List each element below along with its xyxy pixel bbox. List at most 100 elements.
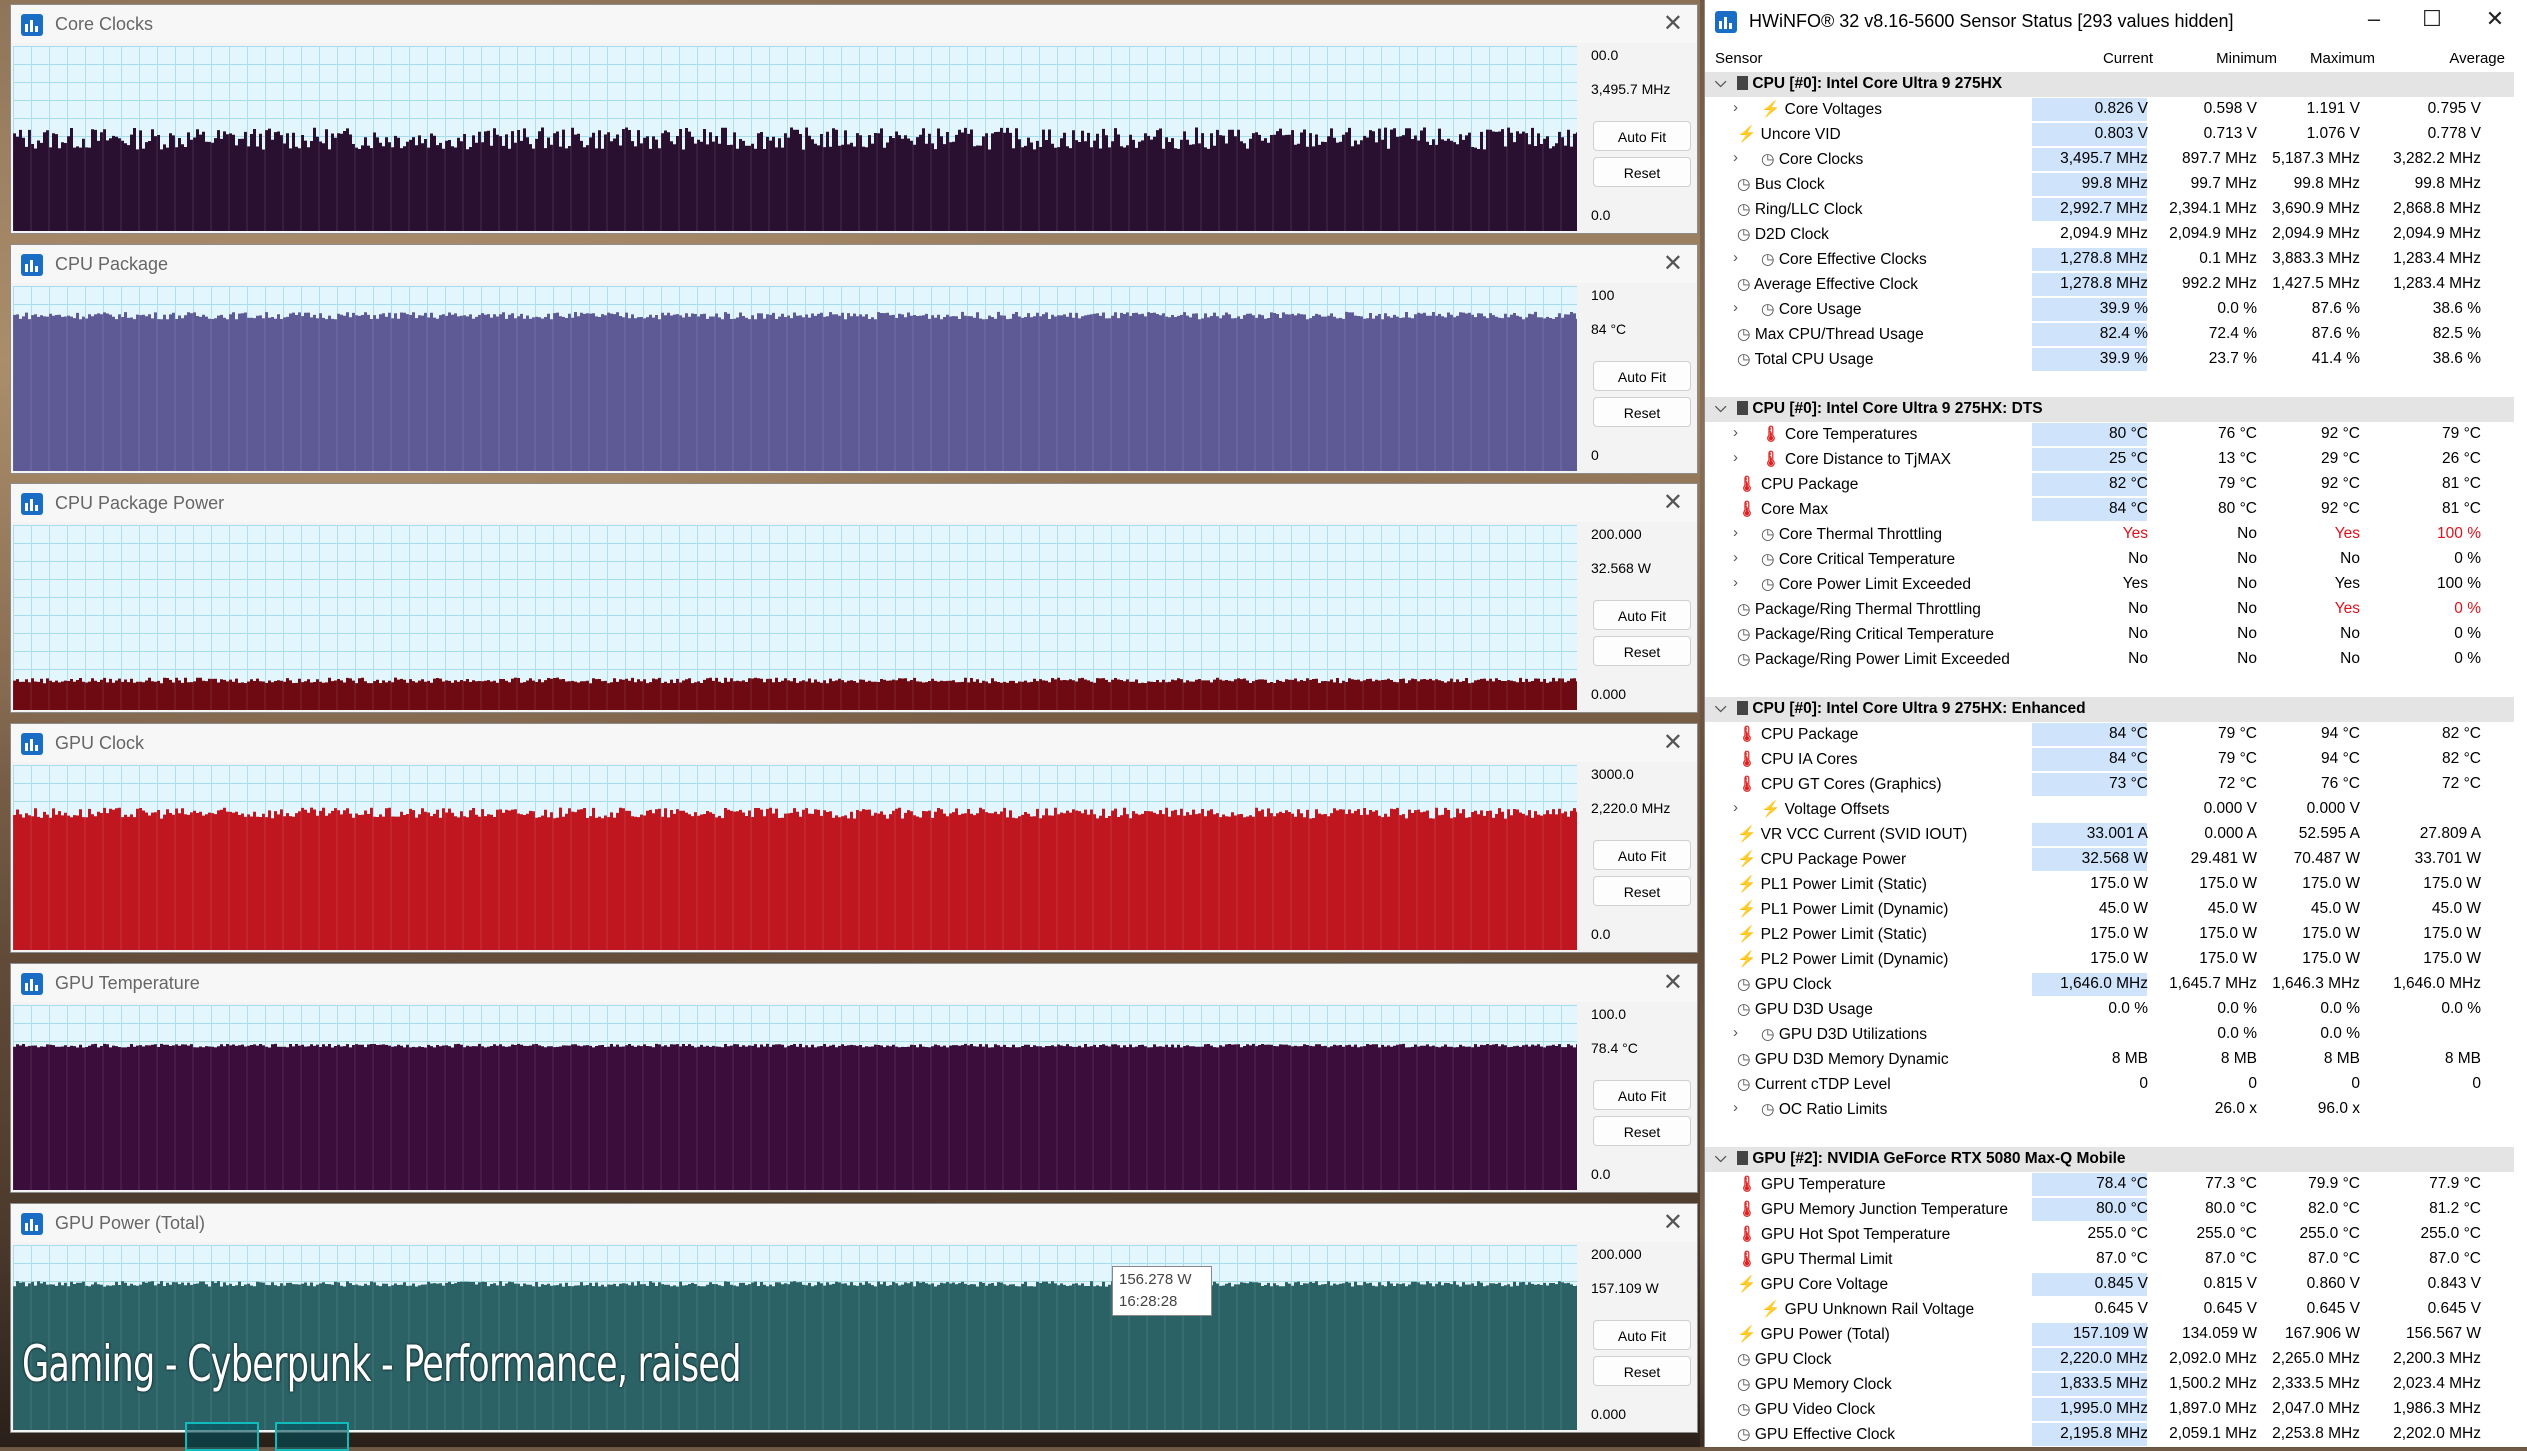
- graph-window[interactable]: CPU Package ✕ 100 84 °C Auto Fit Reset 0: [10, 244, 1698, 474]
- collapse-chevron-icon[interactable]: ⌵: [1715, 1149, 1726, 1166]
- sensor-row[interactable]: › ⚡ Voltage Offsets 0.000 V 0.000 V: [1705, 797, 2527, 822]
- auto-fit-button[interactable]: Auto Fit: [1593, 1320, 1691, 1350]
- reset-button[interactable]: Reset: [1593, 397, 1691, 427]
- sensor-row[interactable]: ◷ GPU Effective Clock 2,195.8 MHz 2,059.1 …: [1705, 1422, 2527, 1447]
- sensor-group-header[interactable]: ⌵ GPU [#2]: NVIDIA GeForce RTX 5080 Max-…: [1705, 1147, 2527, 1172]
- col-minimum[interactable]: Minimum: [2197, 50, 2277, 67]
- sensor-row[interactable]: ⚡ Uncore VID 0.803 V 0.713 V 1.076 V 0.778 V: [1705, 122, 2527, 147]
- graph-titlebar[interactable]: Core Clocks ✕: [11, 5, 1697, 43]
- sensor-row[interactable]: ◷ GPU Clock 1,646.0 MHz 1,645.7 MHz 1,646.3…: [1705, 972, 2527, 997]
- collapse-chevron-icon[interactable]: ⌵: [1715, 399, 1726, 416]
- sensor-row[interactable]: ◷ GPU D3D Memory Dynamic 8 MB 8 MB 8 MB 8 MB: [1705, 1047, 2527, 1072]
- reset-button[interactable]: Reset: [1593, 636, 1691, 666]
- sensor-row[interactable]: › ◷ Core Clocks 3,495.7 MHz 897.7 MHz 5,187.…: [1705, 147, 2527, 172]
- scrollbar[interactable]: [2514, 72, 2527, 1447]
- sensor-row[interactable]: › ◷ Core Power Limit Exceeded Yes No Yes 100 …: [1705, 572, 2527, 597]
- col-maximum[interactable]: Maximum: [2295, 50, 2375, 67]
- expand-chevron-icon[interactable]: ›: [1733, 249, 1738, 266]
- sensor-row[interactable]: 🌡 CPU IA Cores 84 °C 79 °C 94 °C 82 °C: [1705, 747, 2527, 772]
- expand-chevron-icon[interactable]: ›: [1733, 424, 1738, 441]
- sensor-row[interactable]: 🌡 CPU Package 84 °C 79 °C 94 °C 82 °C: [1705, 722, 2527, 747]
- sensor-window-titlebar[interactable]: HWiNFO® 32 v8.16-5600 Sensor Status [293…: [1705, 0, 2527, 44]
- sensor-row[interactable]: › 🌡 Core Temperatures 80 °C 76 °C 92 °C 79 °C: [1705, 422, 2527, 447]
- graph-window[interactable]: GPU Clock ✕ 3000.0 2,220.0 MHz Auto Fit …: [10, 723, 1698, 953]
- sensor-row[interactable]: ◷ GPU Memory Clock 1,833.5 MHz 1,500.2 MHz…: [1705, 1372, 2527, 1397]
- sensor-row[interactable]: ⚡ PL2 Power Limit (Dynamic) 175.0 W 175.0 …: [1705, 947, 2527, 972]
- sensor-row[interactable]: › ◷ GPU D3D Utilizations 0.0 % 0.0 %: [1705, 1022, 2527, 1047]
- graph-window[interactable]: CPU Package Power ✕ 200.000 32.568 W Aut…: [10, 483, 1698, 713]
- graph-window[interactable]: GPU Temperature ✕ 100.0 78.4 °C Auto Fit…: [10, 963, 1698, 1193]
- sensor-row[interactable]: ◷ D2D Clock 2,094.9 MHz 2,094.9 MHz 2,094.9…: [1705, 222, 2527, 247]
- sensor-row[interactable]: 🌡 GPU Temperature 78.4 °C 77.3 °C 79.9 °C 77…: [1705, 1172, 2527, 1197]
- collapse-chevron-icon[interactable]: ⌵: [1715, 74, 1726, 91]
- close-icon[interactable]: ✕: [1663, 9, 1683, 38]
- expand-chevron-icon[interactable]: ›: [1733, 449, 1738, 466]
- graph-window[interactable]: Core Clocks ✕ 00.0 3,495.7 MHz Auto Fit …: [10, 4, 1698, 234]
- close-button[interactable]: ✕: [2480, 6, 2510, 32]
- sensor-row[interactable]: ◷ Package/Ring Power Limit Exceeded No No N…: [1705, 647, 2527, 672]
- sensor-row[interactable]: ◷ Max CPU/Thread Usage 82.4 % 72.4 % 87.6 %…: [1705, 322, 2527, 347]
- graph-titlebar[interactable]: CPU Package Power ✕: [11, 484, 1697, 522]
- auto-fit-button[interactable]: Auto Fit: [1593, 361, 1691, 391]
- collapse-chevron-icon[interactable]: ⌵: [1715, 699, 1726, 716]
- col-current[interactable]: Current: [2093, 50, 2153, 67]
- reset-button[interactable]: Reset: [1593, 1116, 1691, 1146]
- sensor-row[interactable]: 🌡 Core Max 84 °C 80 °C 92 °C 81 °C: [1705, 497, 2527, 522]
- sensor-row[interactable]: ⚡ GPU Unknown Rail Voltage 0.645 V 0.645 V…: [1705, 1297, 2527, 1322]
- auto-fit-button[interactable]: Auto Fit: [1593, 840, 1691, 870]
- expand-chevron-icon[interactable]: ›: [1733, 1099, 1738, 1116]
- sensor-row[interactable]: ⚡ PL2 Power Limit (Static) 175.0 W 175.0 W…: [1705, 922, 2527, 947]
- sensor-row[interactable]: ◷ Current cTDP Level 0 0 0 0: [1705, 1072, 2527, 1097]
- sensor-row[interactable]: ◷ GPU D3D Usage 0.0 % 0.0 % 0.0 % 0.0 %: [1705, 997, 2527, 1022]
- expand-chevron-icon[interactable]: ›: [1733, 149, 1738, 166]
- close-icon[interactable]: ✕: [1663, 968, 1683, 997]
- sensor-row[interactable]: 🌡 GPU Thermal Limit 87.0 °C 87.0 °C 87.0 °C…: [1705, 1247, 2527, 1272]
- sensor-row[interactable]: › ◷ Core Critical Temperature No No No 0 %: [1705, 547, 2527, 572]
- maximize-button[interactable]: ☐: [2417, 6, 2447, 32]
- sensor-group-header[interactable]: ⌵ CPU [#0]: Intel Core Ultra 9 275HX: [1705, 72, 2527, 97]
- sensor-row[interactable]: 🌡 CPU Package 82 °C 79 °C 92 °C 81 °C: [1705, 472, 2527, 497]
- sensor-row[interactable]: ◷ Total CPU Usage 39.9 % 23.7 % 41.4 % 38.6 …: [1705, 347, 2527, 372]
- expand-chevron-icon[interactable]: ›: [1733, 524, 1738, 541]
- sensor-row[interactable]: ◷ Package/Ring Thermal Throttling No No Yes…: [1705, 597, 2527, 622]
- graph-titlebar[interactable]: GPU Power (Total) ✕: [11, 1204, 1697, 1242]
- sensor-row[interactable]: 🌡 CPU GT Cores (Graphics) 73 °C 72 °C 76 °C…: [1705, 772, 2527, 797]
- close-icon[interactable]: ✕: [1663, 728, 1683, 757]
- minimize-button[interactable]: –: [2359, 6, 2389, 32]
- sensor-row[interactable]: › ◷ Core Thermal Throttling Yes No Yes 100 %: [1705, 522, 2527, 547]
- reset-button[interactable]: Reset: [1593, 1356, 1691, 1386]
- sensor-row[interactable]: › ◷ Core Effective Clocks 1,278.8 MHz 0.1 M…: [1705, 247, 2527, 272]
- sensor-row[interactable]: ⚡ GPU Core Voltage 0.845 V 0.815 V 0.860 V 0…: [1705, 1272, 2527, 1297]
- graph-titlebar[interactable]: CPU Package ✕: [11, 245, 1697, 283]
- expand-chevron-icon[interactable]: ›: [1733, 299, 1738, 316]
- sensor-row[interactable]: 🌡 GPU Hot Spot Temperature 255.0 °C 255.0 …: [1705, 1222, 2527, 1247]
- sensor-row[interactable]: ◷ GPU Video Clock 1,995.0 MHz 1,897.0 MHz 2…: [1705, 1397, 2527, 1422]
- sensor-row[interactable]: ◷ Package/Ring Critical Temperature No No N…: [1705, 622, 2527, 647]
- sensor-row[interactable]: › 🌡 Core Distance to TjMAX 25 °C 13 °C 29 °C…: [1705, 447, 2527, 472]
- reset-button[interactable]: Reset: [1593, 157, 1691, 187]
- expand-chevron-icon[interactable]: ›: [1733, 799, 1738, 816]
- close-icon[interactable]: ✕: [1663, 249, 1683, 278]
- expand-chevron-icon[interactable]: ›: [1733, 549, 1738, 566]
- sensor-group-header[interactable]: ⌵ CPU [#0]: Intel Core Ultra 9 275HX: DT…: [1705, 397, 2527, 422]
- graph-titlebar[interactable]: GPU Clock ✕: [11, 724, 1697, 762]
- reset-button[interactable]: Reset: [1593, 876, 1691, 906]
- close-icon[interactable]: ✕: [1663, 488, 1683, 517]
- expand-chevron-icon[interactable]: ›: [1733, 99, 1738, 116]
- sensor-group-header[interactable]: ⌵ CPU [#0]: Intel Core Ultra 9 275HX: En…: [1705, 697, 2527, 722]
- auto-fit-button[interactable]: Auto Fit: [1593, 600, 1691, 630]
- sensor-row[interactable]: 🌡 GPU Memory Junction Temperature 80.0 °C…: [1705, 1197, 2527, 1222]
- graph-window[interactable]: GPU Power (Total) ✕ 200.000 157.109 W Au…: [10, 1203, 1698, 1433]
- sensor-row[interactable]: › ◷ Core Usage 39.9 % 0.0 % 87.6 % 38.6 %: [1705, 297, 2527, 322]
- auto-fit-button[interactable]: Auto Fit: [1593, 1080, 1691, 1110]
- sensor-row[interactable]: ◷ Ring/LLC Clock 2,992.7 MHz 2,394.1 MHz 3,…: [1705, 197, 2527, 222]
- sensor-row[interactable]: ⚡ CPU Package Power 32.568 W 29.481 W 70.48…: [1705, 847, 2527, 872]
- sensor-row[interactable]: ⚡ GPU Power (Total) 157.109 W 134.059 W 167…: [1705, 1322, 2527, 1347]
- sensor-row[interactable]: ◷ GPU Clock 2,220.0 MHz 2,092.0 MHz 2,265.0…: [1705, 1347, 2527, 1372]
- sensor-row[interactable]: ◷ Bus Clock 99.8 MHz 99.7 MHz 99.8 MHz 99.8 …: [1705, 172, 2527, 197]
- sensor-row[interactable]: ⚡ PL1 Power Limit (Static) 175.0 W 175.0 W…: [1705, 872, 2527, 897]
- col-sensor[interactable]: Sensor: [1715, 50, 1763, 67]
- expand-chevron-icon[interactable]: ›: [1733, 574, 1738, 591]
- sensor-row[interactable]: ⚡ VR VCC Current (SVID IOUT) 33.001 A 0.00…: [1705, 822, 2527, 847]
- sensor-row[interactable]: › ◷ OC Ratio Limits 26.0 x 96.0 x: [1705, 1097, 2527, 1122]
